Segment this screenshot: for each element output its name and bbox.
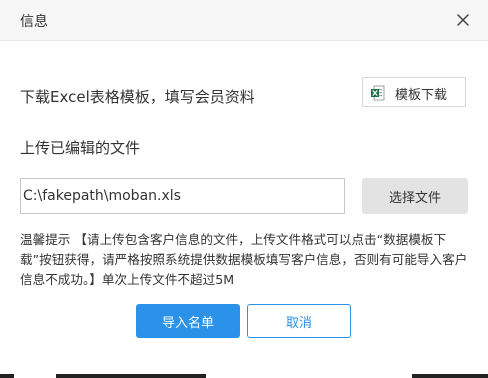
bottom-edge-segment (0, 374, 14, 378)
cancel-button[interactable]: 取消 (247, 304, 351, 338)
choose-file-button[interactable]: 选择文件 (362, 178, 468, 214)
excel-icon (371, 85, 385, 101)
import-dialog: 信息 下载Excel表格模板，填写会员资料 模板下载 上传已编辑的文件 选择文件… (0, 0, 488, 378)
close-button[interactable] (452, 9, 474, 31)
import-list-button[interactable]: 导入名单 (136, 304, 240, 338)
upload-instruction: 上传已编辑的文件 (20, 139, 141, 157)
bottom-edge-segment (56, 374, 206, 378)
dialog-header: 信息 (0, 0, 488, 41)
close-icon (457, 14, 469, 26)
dialog-title: 信息 (20, 14, 48, 30)
bottom-edge-segment (412, 374, 488, 378)
file-path-input[interactable] (20, 178, 345, 214)
tips-text: 温馨提示 【请上传包含客户信息的文件，上传文件格式可以点击“数据模板下载”按钮获… (20, 232, 468, 287)
template-download-button[interactable]: 模板下载 (362, 77, 466, 107)
template-download-label: 模板下载 (395, 88, 448, 103)
download-instruction: 下载Excel表格模板，填写会员资料 (20, 88, 255, 106)
bottom-edge (0, 374, 488, 378)
